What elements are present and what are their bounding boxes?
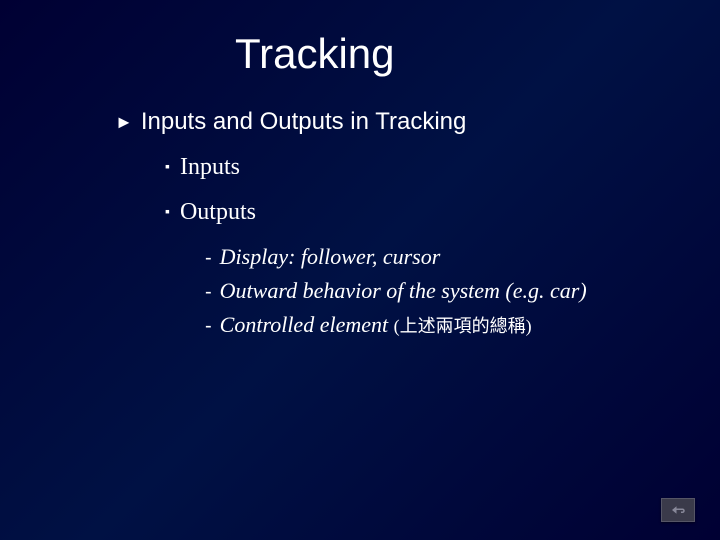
level2-text: Outputs xyxy=(180,199,256,226)
level3-text: Display: follower, cursor xyxy=(220,244,441,270)
return-button[interactable] xyxy=(661,498,695,522)
dash-bullet-icon: - xyxy=(205,282,212,302)
level3-text: Controlled element (上述兩項的總稱) xyxy=(220,312,532,338)
dash-bullet-icon: - xyxy=(205,316,212,336)
bullet-level2: ▪ Outputs xyxy=(165,199,720,226)
arrow-right-icon: ► xyxy=(115,113,133,131)
slide-content: ► Inputs and Outputs in Tracking ▪ Input… xyxy=(0,78,720,338)
bullet-level3: - Outward behavior of the system (e.g. c… xyxy=(205,278,720,304)
level2-text: Inputs xyxy=(180,154,240,181)
bullet-level2: ▪ Inputs xyxy=(165,154,720,181)
square-bullet-icon: ▪ xyxy=(165,206,170,220)
slide-title: Tracking xyxy=(0,0,720,78)
return-icon xyxy=(669,503,687,517)
slide: Tracking ► Inputs and Outputs in Trackin… xyxy=(0,0,720,540)
dash-bullet-icon: - xyxy=(205,248,212,268)
bullet-level1: ► Inputs and Outputs in Tracking xyxy=(115,108,720,136)
bullet-level3: - Display: follower, cursor xyxy=(205,244,720,270)
square-bullet-icon: ▪ xyxy=(165,161,170,175)
bullet-level3: - Controlled element (上述兩項的總稱) xyxy=(205,312,720,338)
level3-text: Outward behavior of the system (e.g. car… xyxy=(220,278,587,304)
level1-text: Inputs and Outputs in Tracking xyxy=(141,108,467,136)
